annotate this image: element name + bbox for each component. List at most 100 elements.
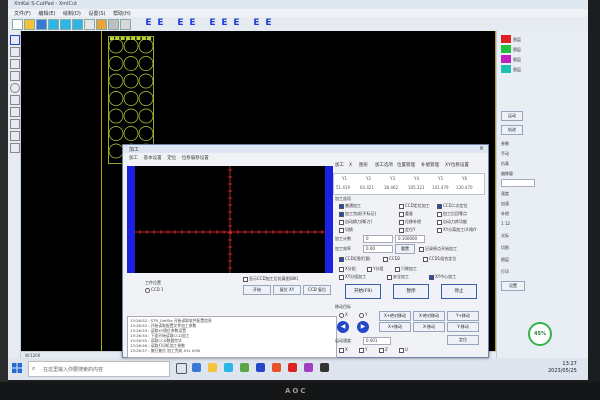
option2-checkbox[interactable]: CCD切割打圆 — [339, 256, 370, 262]
option2-checkbox[interactable]: CCD1组合定位 — [423, 256, 456, 262]
option2-checkbox[interactable]: 安全加工 — [387, 274, 409, 280]
rtab-process[interactable]: 加工 — [335, 162, 344, 170]
app-icon[interactable] — [240, 363, 249, 372]
app-icon[interactable] — [256, 363, 265, 372]
plot-ccd-reset-button[interactable]: CCD 复位 — [303, 285, 331, 295]
plot-reset-xy-button[interactable]: 复位 XY — [273, 285, 301, 295]
option2-checkbox[interactable]: XY中心加工 — [429, 274, 456, 280]
option-checkbox[interactable]: 自动换刀(断刀) — [339, 219, 372, 225]
menu-edit[interactable]: 编辑(E) — [38, 10, 55, 17]
option2-checkbox[interactable]: 记录原点开始加工 — [419, 246, 457, 252]
axis-radio[interactable]: X — [339, 312, 348, 318]
task-view-icon[interactable] — [176, 363, 187, 374]
record-icon[interactable] — [48, 19, 59, 30]
save-icon[interactable] — [36, 19, 47, 30]
cut-icon[interactable] — [120, 19, 131, 30]
position-value[interactable]: CCD 1 — [145, 287, 163, 293]
tab-locate[interactable]: 定位 — [167, 155, 176, 161]
speed-field[interactable]: 0.001 — [363, 337, 391, 345]
rtab-position[interactable]: 位置管理 — [397, 162, 415, 170]
move-y-minus-button[interactable]: Y-移动 — [447, 322, 479, 332]
windows-start-icon[interactable] — [12, 363, 22, 373]
measure-icon[interactable] — [10, 131, 20, 141]
axis-check[interactable]: Z — [379, 347, 388, 353]
option-checkbox[interactable]: 定位Y — [399, 227, 415, 233]
count-field[interactable]: 0 — [363, 235, 393, 243]
pause-button[interactable]: 暂停 — [393, 284, 429, 299]
layer-swatch-green[interactable] — [501, 45, 511, 53]
array-icon[interactable] — [10, 119, 20, 129]
ccd-preview-plot[interactable] — [127, 166, 333, 273]
line-icon[interactable] — [10, 59, 20, 69]
option2-checkbox[interactable]: 只做加工 — [395, 266, 417, 272]
log-panel[interactable]: 13:26:52 : STR_GetSts 开始读取软件配置信息 13:26:5… — [127, 316, 337, 358]
rtab-x[interactable]: X — [349, 162, 352, 170]
zoom-icon[interactable] — [96, 19, 107, 30]
app-icon[interactable] — [272, 363, 281, 372]
process-efficiency-field[interactable]: 0.00 — [363, 245, 393, 253]
tab-process[interactable]: 加工 — [129, 155, 138, 161]
move-x-minus-button[interactable]: X-移动 — [413, 322, 445, 332]
edge-icon[interactable] — [192, 363, 201, 372]
layer-swatch-teal[interactable] — [501, 65, 511, 73]
motion-button[interactable]: 运动 — [501, 111, 523, 121]
move-x-plus-button[interactable]: X+移动 — [379, 322, 411, 332]
option2-checkbox[interactable]: X分组 — [339, 266, 356, 272]
settings-button[interactable]: 设置 — [501, 281, 525, 291]
stop-button[interactable]: 停止 — [441, 284, 477, 299]
move-x-plus-abs-button[interactable]: X+绝对移动 — [379, 311, 411, 321]
option-checkbox[interactable]: CCD定位加工 — [399, 203, 430, 209]
stop-icon[interactable] — [72, 19, 83, 30]
tool-e-icon[interactable]: E — [220, 18, 229, 29]
locate-button[interactable]: 定位 — [447, 335, 479, 345]
tab-offset[interactable]: 位移偏移设置 — [182, 155, 209, 161]
count-total-field[interactable]: 0.100000 — [395, 235, 425, 243]
option-checkbox[interactable]: XY分离加工(X)和Y — [437, 227, 477, 233]
option-checkbox[interactable]: 普通加工 — [339, 203, 361, 209]
play-icon[interactable] — [60, 19, 71, 30]
circle-icon[interactable] — [10, 83, 20, 93]
tool-e-icon[interactable]: E — [252, 18, 261, 29]
option-checkbox[interactable]: 自动刀库功能 — [437, 219, 467, 225]
arrow-left-icon[interactable]: ◀ — [337, 321, 349, 333]
select-icon[interactable] — [10, 35, 20, 45]
app-icon[interactable] — [288, 363, 297, 372]
axis-check[interactable]: Y — [359, 347, 367, 353]
start-button[interactable]: 开始(F9) — [345, 284, 381, 299]
app-icon[interactable] — [320, 363, 329, 372]
arrow-right-icon[interactable]: ▶ — [357, 321, 369, 333]
plot-option-checkbox[interactable]: 显示CCD加工后仿真图(BK) — [243, 276, 298, 282]
option2-checkbox[interactable]: XY分组加工 — [339, 274, 366, 280]
option-checkbox[interactable]: 加工完成(不标记) — [339, 211, 376, 217]
rtab-options[interactable]: 加工选项 — [375, 162, 393, 170]
option2-checkbox[interactable]: Y分组 — [367, 266, 383, 272]
rtab-graph[interactable]: 图形 — [359, 162, 368, 170]
text-icon[interactable] — [10, 107, 20, 117]
tool-e-icon[interactable]: E — [176, 18, 185, 29]
menu-file[interactable]: 文件(F) — [14, 10, 31, 17]
rect-icon[interactable] — [10, 71, 20, 81]
move-y-plus-button[interactable]: Y+移动 — [447, 311, 479, 321]
tab-basic[interactable]: 基本设置 — [144, 155, 162, 161]
move-x-minus-abs-button[interactable]: X-绝对移动 — [413, 311, 445, 321]
tool-e-icon[interactable]: E — [208, 18, 217, 29]
node-edit-icon[interactable] — [10, 47, 20, 57]
option-checkbox[interactable]: CCD二次定位 — [437, 203, 468, 209]
reset-button[interactable]: 重置 — [395, 244, 415, 254]
axis-check[interactable]: X — [339, 347, 348, 353]
layer-swatch-magenta[interactable] — [501, 55, 511, 63]
rtab-comp[interactable]: 补偿管理 — [421, 162, 439, 170]
tool-e-icon[interactable]: E — [264, 18, 273, 29]
option-checkbox[interactable]: 切换 — [339, 227, 353, 233]
offset-field[interactable] — [501, 179, 535, 187]
tool-e-icon[interactable]: E — [144, 18, 153, 29]
app-icon[interactable] — [304, 363, 313, 372]
option-checkbox[interactable]: 重复 — [399, 211, 413, 217]
tool-e-icon[interactable]: E — [188, 18, 197, 29]
plot-start-button[interactable]: 开始 — [243, 285, 271, 295]
menu-help[interactable]: 帮助(H) — [113, 10, 131, 17]
new-file-icon[interactable] — [12, 19, 23, 30]
tool-e-icon[interactable]: E — [232, 18, 241, 29]
store-icon[interactable] — [224, 363, 233, 372]
option-checkbox[interactable]: 位移补偿 — [399, 219, 421, 225]
